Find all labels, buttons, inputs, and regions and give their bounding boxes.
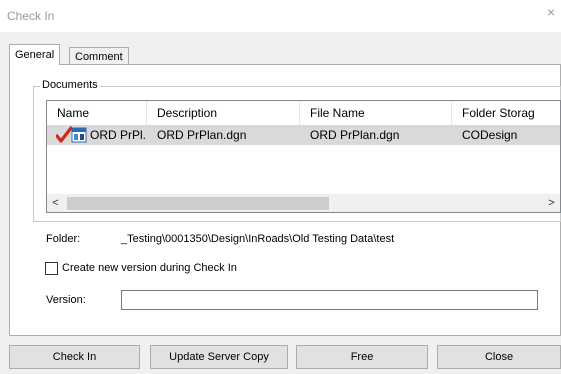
list-header: Name Description File Name Folder Storag	[47, 101, 560, 125]
column-header-name[interactable]: Name	[47, 101, 147, 125]
row-folder-storage: CODesign	[462, 128, 518, 142]
checkmark-icon	[56, 126, 72, 143]
table-row[interactable]: ORD PrPl... ORD PrPlan.dgn ORD PrPlan.dg…	[47, 125, 560, 145]
tab-comment[interactable]: Comment	[69, 47, 129, 65]
row-file-name: ORD PrPlan.dgn	[310, 128, 400, 142]
free-button[interactable]: Free	[296, 345, 428, 369]
microstation-document-icon	[71, 127, 87, 143]
title-bar: Check In ×	[0, 0, 561, 32]
row-description: ORD PrPlan.dgn	[157, 128, 247, 142]
row-name: ORD PrPl...	[90, 128, 147, 142]
update-server-copy-button[interactable]: Update Server Copy	[150, 345, 288, 369]
folder-path: _Testing\0001350\Design\InRoads\Old Test…	[121, 233, 395, 245]
scroll-left-icon[interactable]: <	[47, 195, 64, 212]
create-version-label[interactable]: Create new version during Check In	[62, 262, 237, 274]
column-header-description[interactable]: Description	[147, 101, 300, 125]
documents-group-label: Documents	[40, 79, 100, 91]
horizontal-scrollbar[interactable]: < >	[47, 194, 560, 212]
scroll-right-icon[interactable]: >	[543, 195, 560, 212]
column-header-folder-storage[interactable]: Folder Storag	[452, 101, 560, 125]
window-title: Check In	[7, 9, 55, 23]
version-input[interactable]	[121, 290, 538, 310]
column-header-file-name[interactable]: File Name	[300, 101, 452, 125]
close-button[interactable]: Close	[437, 345, 561, 369]
version-label: Version:	[46, 294, 86, 306]
check-in-button[interactable]: Check In	[9, 345, 140, 369]
scrollbar-thumb[interactable]	[67, 197, 329, 210]
close-icon[interactable]: ×	[547, 5, 561, 19]
create-version-checkbox[interactable]	[45, 262, 58, 275]
documents-list[interactable]: Name Description File Name Folder Storag…	[46, 100, 561, 213]
folder-label: Folder:	[46, 233, 81, 245]
tab-general[interactable]: General	[9, 44, 61, 65]
